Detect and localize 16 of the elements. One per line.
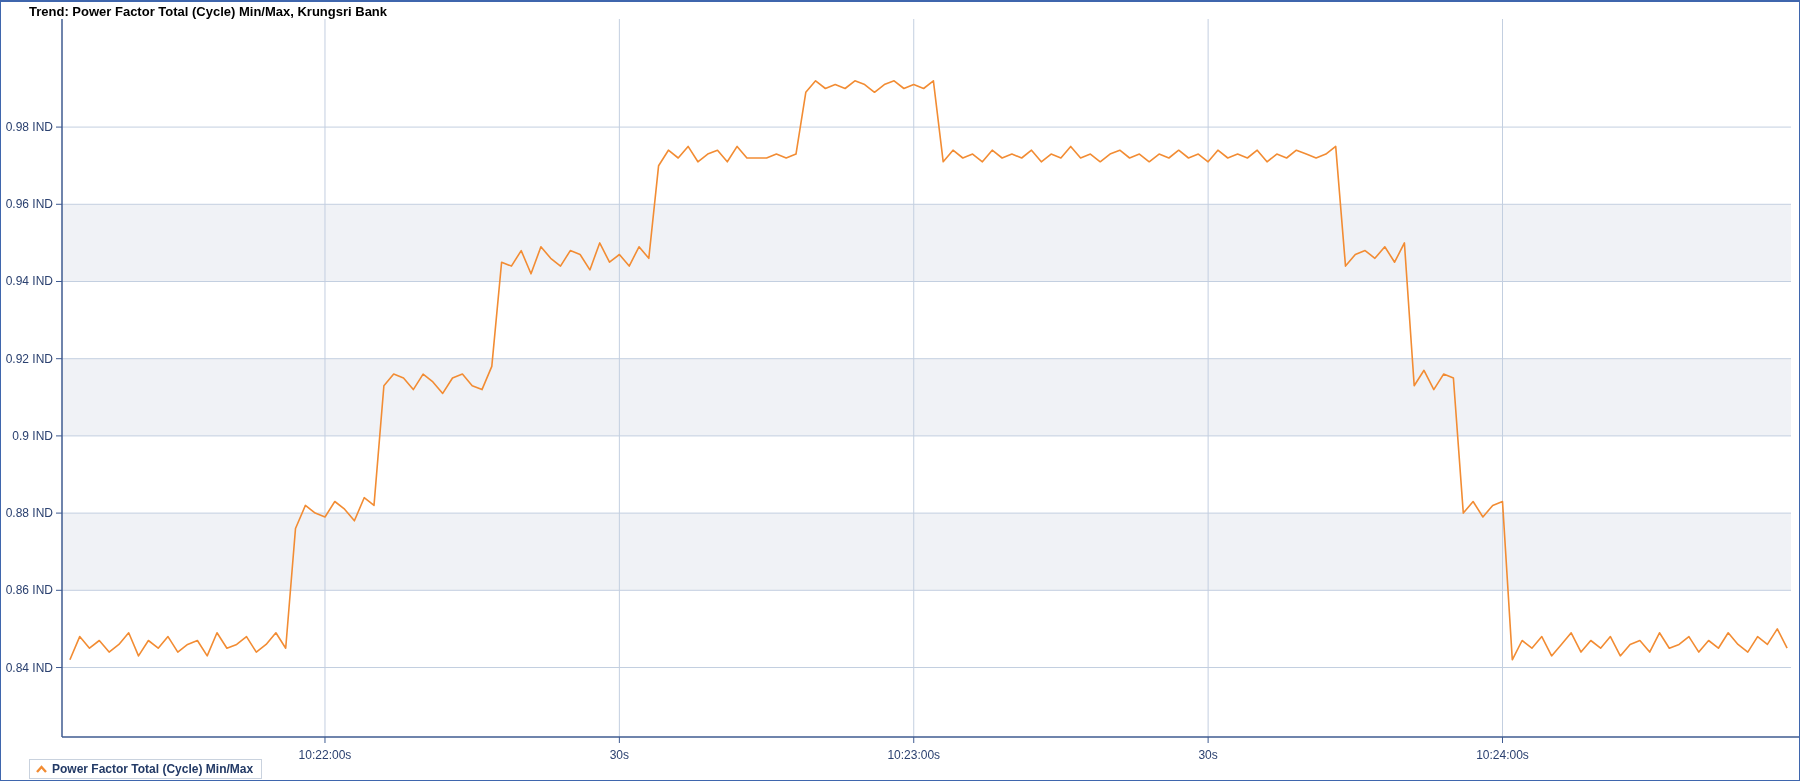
x-axis-label: 30s — [1198, 748, 1218, 759]
y-axis-label: 0.9 IND — [12, 428, 53, 443]
y-axis-label: 0.98 IND — [5, 120, 53, 135]
x-axis-label: 30s — [609, 748, 630, 759]
y-axis-label: 0.84 IND — [5, 660, 53, 675]
y-axis-label: 0.88 IND — [5, 506, 53, 521]
chevron-icon — [36, 765, 47, 773]
x-axis-label: 10:24:00s — [1476, 748, 1529, 759]
y-axis-label: 0.92 IND — [5, 351, 53, 366]
legend-item[interactable]: Power Factor Total (Cycle) Min/Max — [29, 759, 263, 779]
x-axis-label: 10:22:00s — [298, 748, 352, 759]
window-title: Trend: Power Factor Total (Cycle) Min/Max, Krungsri Bank — [28, 3, 388, 19]
y-axis-label: 0.86 IND — [5, 583, 53, 598]
y-axis-label: 0.96 IND — [5, 197, 53, 212]
x-axis-label: 10:23:00s — [887, 748, 941, 759]
y-axis-label: 0.94 IND — [5, 274, 53, 289]
